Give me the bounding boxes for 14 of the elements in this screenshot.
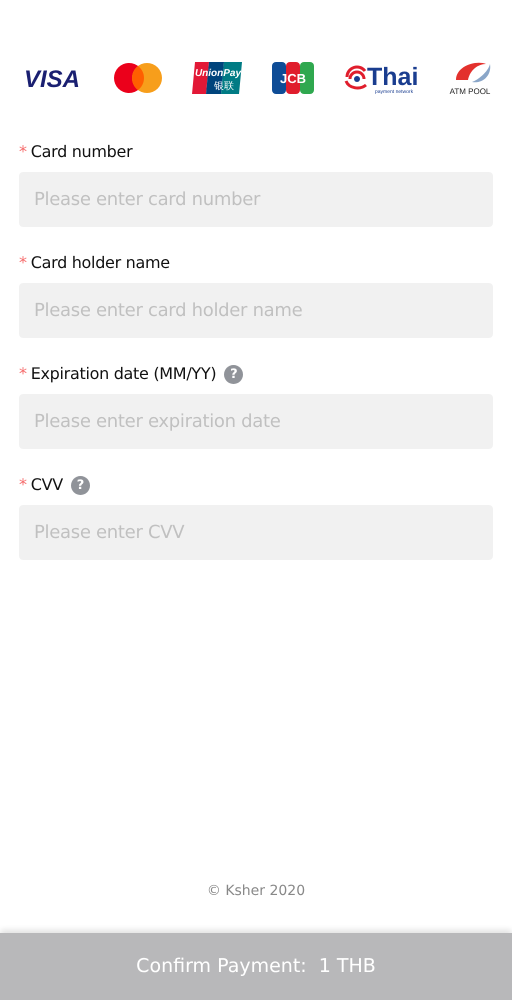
card-logo: ATM POOL: [448, 60, 492, 96]
field-label: Card number: [30, 141, 132, 163]
required-mark: *: [19, 252, 27, 274]
field-label: CVV: [30, 474, 63, 496]
card-logo: VISA: [20, 65, 84, 91]
required-mark: *: [19, 363, 27, 385]
help-icon[interactable]: ?: [224, 364, 244, 384]
mastercard-logo-icon: [113, 62, 164, 94]
required-mark: *: [19, 474, 27, 496]
help-icon[interactable]: ?: [70, 476, 90, 494]
required-mark: *: [19, 141, 27, 163]
field-label: Expiration date (MM/YY): [30, 363, 216, 385]
copyright-text: © Ksher 2020: [206, 882, 306, 901]
field-label: Card holder name: [30, 252, 170, 274]
